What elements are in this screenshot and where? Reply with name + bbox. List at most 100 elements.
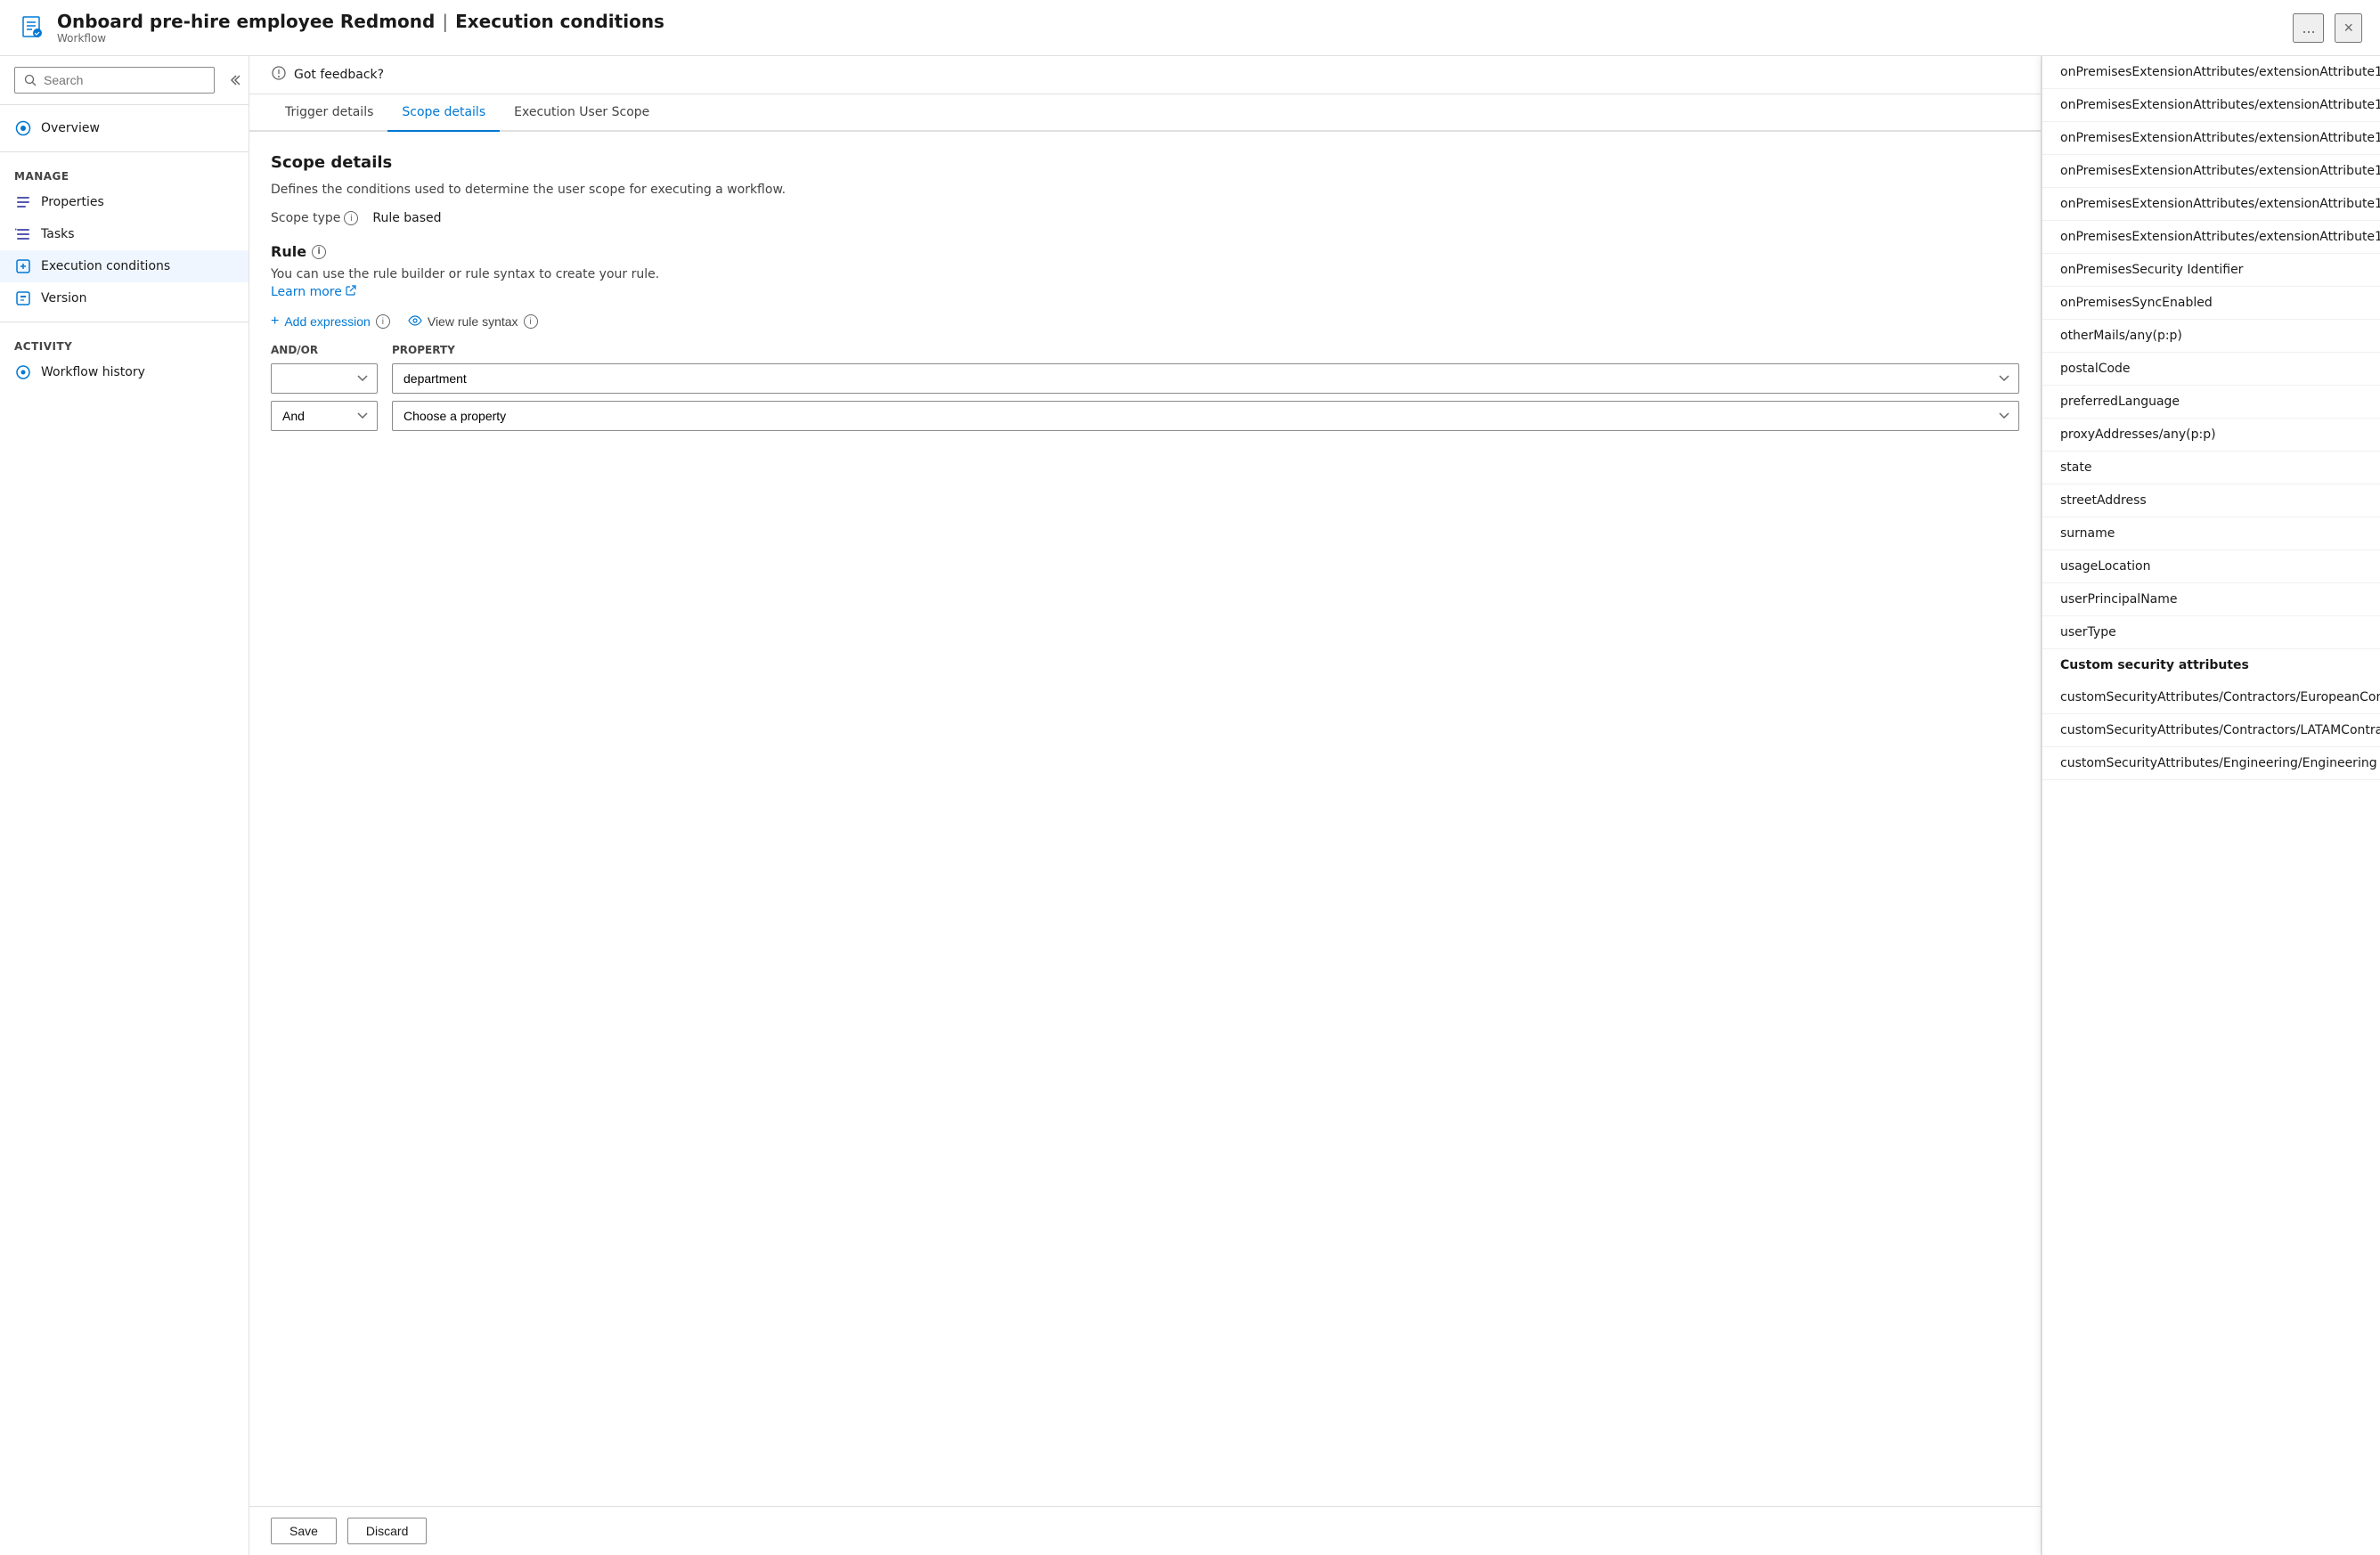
tab-trigger-details[interactable]: Trigger details — [271, 94, 387, 132]
dropdown-item-preferred-lang[interactable]: preferredLanguage — [2042, 386, 2380, 419]
dropdown-item-sync-enabled[interactable]: onPremisesSyncEnabled — [2042, 287, 2380, 320]
feedback-label: Got feedback? — [294, 68, 384, 82]
dropdown-item-ext14[interactable]: onPremisesExtensionAttributes/extensionA… — [2042, 188, 2380, 221]
sidebar-item-execution-conditions[interactable]: Execution conditions — [0, 250, 249, 282]
andor-select-1[interactable]: And Or — [271, 363, 378, 394]
dropdown-item-state[interactable]: state — [2042, 452, 2380, 484]
dropdown-item-ext11[interactable]: onPremisesExtensionAttributes/extensionA… — [2042, 89, 2380, 122]
table-row: And Or Choose a property — [271, 401, 2019, 431]
dropdown-item-street-address[interactable]: streetAddress — [2042, 484, 2380, 517]
rule-title: Rule i — [271, 243, 2019, 260]
property-column-header: Property — [392, 344, 2019, 356]
header-separator: | — [442, 11, 448, 32]
header-main-title: Onboard pre-hire employee Redmond — [57, 11, 435, 32]
collapse-sidebar-button[interactable] — [222, 68, 247, 93]
header: Onboard pre-hire employee Redmond | Exec… — [0, 0, 2380, 56]
search-box — [14, 67, 215, 94]
add-expression-button[interactable]: + Add expression i — [271, 313, 390, 330]
scope-type-value: Rule based — [372, 211, 441, 225]
dropdown-item-ext13[interactable]: onPremisesExtensionAttributes/extensionA… — [2042, 155, 2380, 188]
dropdown-item-engineering[interactable]: customSecurityAttributes/Engineering/Eng… — [2042, 747, 2380, 780]
workflow-doc-icon — [18, 13, 46, 42]
main-panel: Got feedback? Trigger details Scope deta… — [249, 56, 2042, 1555]
sidebar-item-version[interactable]: Version — [0, 282, 249, 314]
properties-icon — [14, 193, 32, 211]
bottom-bar: Save Discard — [249, 1506, 2041, 1555]
scope-type-info-icon: i — [344, 211, 358, 225]
table-row: And Or department — [271, 363, 2019, 394]
sidebar-item-tasks[interactable]: Tasks — [0, 218, 249, 250]
header-workflow-label: Workflow — [57, 32, 2282, 45]
dropdown-item-surname[interactable]: surname — [2042, 517, 2380, 550]
external-link-icon — [346, 285, 356, 299]
tasks-icon — [14, 225, 32, 243]
history-icon — [14, 363, 32, 381]
search-icon — [24, 74, 37, 86]
scope-description: Defines the conditions used to determine… — [271, 183, 2019, 197]
scope-content: Scope details Defines the conditions use… — [249, 132, 2041, 1506]
dropdown-item-usage-location[interactable]: usageLocation — [2042, 550, 2380, 583]
close-button[interactable]: × — [2335, 13, 2362, 43]
header-title-area: Onboard pre-hire employee Redmond | Exec… — [57, 11, 2282, 45]
tabs-bar: Trigger details Scope details Execution … — [249, 94, 2041, 132]
sidebar-item-version-label: Version — [41, 291, 86, 305]
dropdown-item-ext12[interactable]: onPremisesExtensionAttributes/extensionA… — [2042, 122, 2380, 155]
search-input[interactable] — [44, 73, 205, 87]
rule-info-icon: i — [312, 245, 326, 259]
feedback-icon — [271, 65, 287, 85]
execution-conditions-icon — [14, 257, 32, 275]
andor-column-header: And/Or — [271, 344, 378, 356]
manage-section-title: Manage — [0, 159, 249, 186]
sidebar: Overview Manage Properties — [0, 56, 249, 1555]
main-layout: Overview Manage Properties — [0, 56, 2380, 1555]
activity-section-title: Activity — [0, 330, 249, 356]
discard-button[interactable]: Discard — [347, 1518, 427, 1544]
nav-divider-1 — [0, 151, 249, 152]
property-select-1[interactable]: department — [392, 363, 2019, 394]
dropdown-item-security-identifier[interactable]: onPremisesSecurity Identifier — [2042, 254, 2380, 287]
sidebar-nav: Overview Manage Properties — [0, 105, 249, 395]
rule-table-header: And/Or Property — [271, 344, 2019, 356]
property-select-2[interactable]: Choose a property — [392, 401, 2019, 431]
sidebar-item-properties-label: Properties — [41, 195, 104, 209]
dropdown-item-postal-code[interactable]: postalCode — [2042, 353, 2380, 386]
add-expression-info-icon: i — [376, 314, 390, 329]
sidebar-item-execution-label: Execution conditions — [41, 259, 170, 273]
dropdown-item-latam-contractors[interactable]: customSecurityAttributes/Contractors/LAT… — [2042, 714, 2380, 747]
header-subtitle: Execution conditions — [455, 11, 664, 32]
sidebar-item-workflow-history[interactable]: Workflow history — [0, 356, 249, 388]
dropdown-item-ext15[interactable]: onPremisesExtensionAttributes/extensionA… — [2042, 221, 2380, 254]
scope-type-row: Scope type i Rule based — [271, 211, 2019, 225]
andor-select-2[interactable]: And Or — [271, 401, 378, 431]
dropdown-section-custom-security: Custom security attributes — [2042, 649, 2380, 681]
save-button[interactable]: Save — [271, 1518, 337, 1544]
app-container: Onboard pre-hire employee Redmond | Exec… — [0, 0, 2380, 1555]
tab-scope-details[interactable]: Scope details — [387, 94, 500, 132]
eye-icon — [408, 314, 422, 329]
scope-section-title: Scope details — [271, 153, 2019, 172]
more-options-button[interactable]: ... — [2293, 13, 2324, 43]
dropdown-item-proxy-addresses[interactable]: proxyAddresses/any(p:p) — [2042, 419, 2380, 452]
property-dropdown-panel: onPremisesExtensionAttributes/extensionA… — [2042, 56, 2380, 1555]
sidebar-item-tasks-label: Tasks — [41, 227, 75, 241]
dropdown-item-other-mails[interactable]: otherMails/any(p:p) — [2042, 320, 2380, 353]
overview-icon — [14, 119, 32, 137]
learn-more-link[interactable]: Learn more — [271, 285, 356, 299]
plus-icon: + — [271, 313, 279, 330]
dropdown-item-ext10[interactable]: onPremisesExtensionAttributes/extensionA… — [2042, 56, 2380, 89]
content-area: Got feedback? Trigger details Scope deta… — [249, 56, 2380, 1555]
scope-type-label: Scope type i — [271, 211, 358, 225]
rule-section: Rule i You can use the rule builder or r… — [271, 243, 2019, 431]
view-syntax-button[interactable]: View rule syntax i — [408, 314, 538, 329]
sidebar-item-properties[interactable]: Properties — [0, 186, 249, 218]
dropdown-item-user-type[interactable]: userType — [2042, 616, 2380, 649]
sidebar-item-history-label: Workflow history — [41, 365, 145, 379]
dropdown-item-upn[interactable]: userPrincipalName — [2042, 583, 2380, 616]
feedback-bar: Got feedback? — [249, 56, 2041, 94]
tab-execution-user-scope[interactable]: Execution User Scope — [500, 94, 664, 132]
version-icon — [14, 289, 32, 307]
view-syntax-info-icon: i — [524, 314, 538, 329]
rule-actions: + Add expression i — [271, 313, 2019, 330]
dropdown-item-european-contractors[interactable]: customSecurityAttributes/Contractors/Eur… — [2042, 681, 2380, 714]
sidebar-item-overview[interactable]: Overview — [0, 112, 249, 144]
